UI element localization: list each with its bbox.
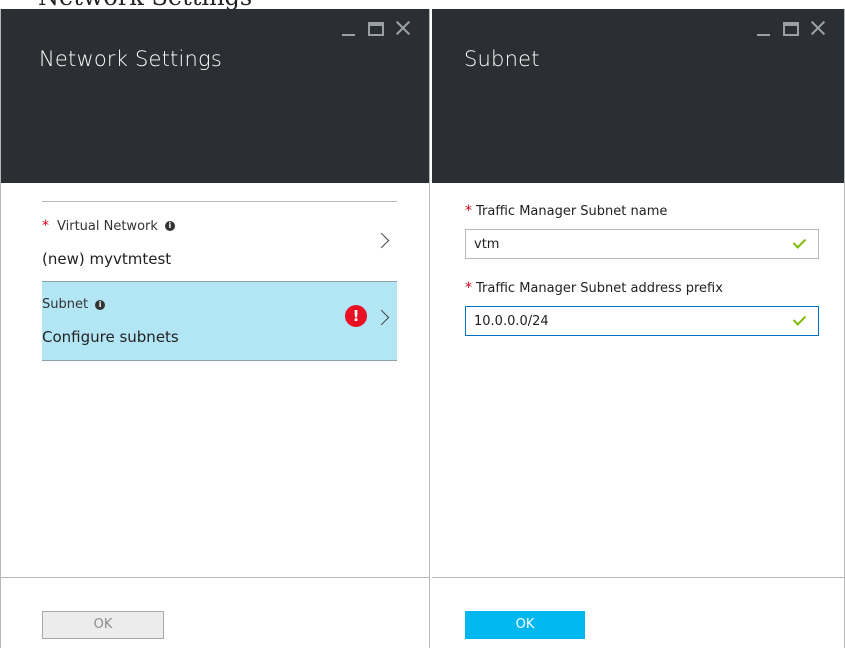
subnet-prefix-input[interactable] xyxy=(465,306,819,336)
subnet-name-label-row: * Traffic Manager Subnet name xyxy=(465,203,667,219)
footer-divider xyxy=(432,577,844,578)
subnet-name-input[interactable] xyxy=(465,229,819,259)
background-window-strip: Network Settings xyxy=(0,0,845,9)
blade-title: Subnet xyxy=(464,47,540,71)
subnet-prefix-label-row: * Traffic Manager Subnet address prefix xyxy=(465,280,723,296)
required-asterisk: * xyxy=(465,280,472,296)
chevron-right-icon xyxy=(373,309,390,326)
maximize-icon[interactable] xyxy=(363,18,390,40)
subnet-name-label: Traffic Manager Subnet name xyxy=(476,203,668,219)
network-settings-blade: Network Settings * Virtual Network i (ne… xyxy=(0,9,430,648)
subnet-label-row: Subnet i xyxy=(42,297,106,312)
subnet-blade: Subnet * Traffic Manager Subnet name * T… xyxy=(432,9,845,648)
minimize-icon[interactable] xyxy=(336,18,363,40)
virtual-network-value: (new) myvtmtest xyxy=(42,250,172,268)
window-controls xyxy=(751,18,832,40)
minimize-icon[interactable] xyxy=(751,18,778,40)
chevron-right-icon xyxy=(373,232,390,249)
info-icon[interactable]: i xyxy=(95,299,106,310)
virtual-network-item[interactable]: * Virtual Network i (new) myvtmtest xyxy=(42,202,397,282)
subnet-prefix-label: Traffic Manager Subnet address prefix xyxy=(476,280,723,296)
maximize-icon[interactable] xyxy=(778,18,805,40)
required-asterisk: * xyxy=(465,203,472,219)
background-window-title: Network Settings xyxy=(38,0,252,9)
blade-header: Network Settings xyxy=(1,9,429,183)
close-icon[interactable] xyxy=(805,18,832,40)
ok-button-disabled[interactable]: OK xyxy=(42,611,164,639)
blade-title: Network Settings xyxy=(39,47,222,71)
subnet-value: Configure subnets xyxy=(42,328,179,346)
virtual-network-label: Virtual Network xyxy=(57,218,158,234)
close-icon[interactable] xyxy=(390,18,417,40)
window-controls xyxy=(336,18,417,40)
info-icon[interactable]: i xyxy=(164,221,175,231)
subnet-item[interactable]: Subnet i Configure subnets ! xyxy=(42,281,397,361)
subnet-label: Subnet xyxy=(42,297,89,312)
required-asterisk: * xyxy=(42,218,49,234)
footer-divider xyxy=(1,577,429,578)
virtual-network-label-row: * Virtual Network i xyxy=(42,218,175,234)
blade-header: Subnet xyxy=(432,9,844,183)
error-icon: ! xyxy=(345,305,367,327)
ok-button[interactable]: OK xyxy=(465,611,585,639)
